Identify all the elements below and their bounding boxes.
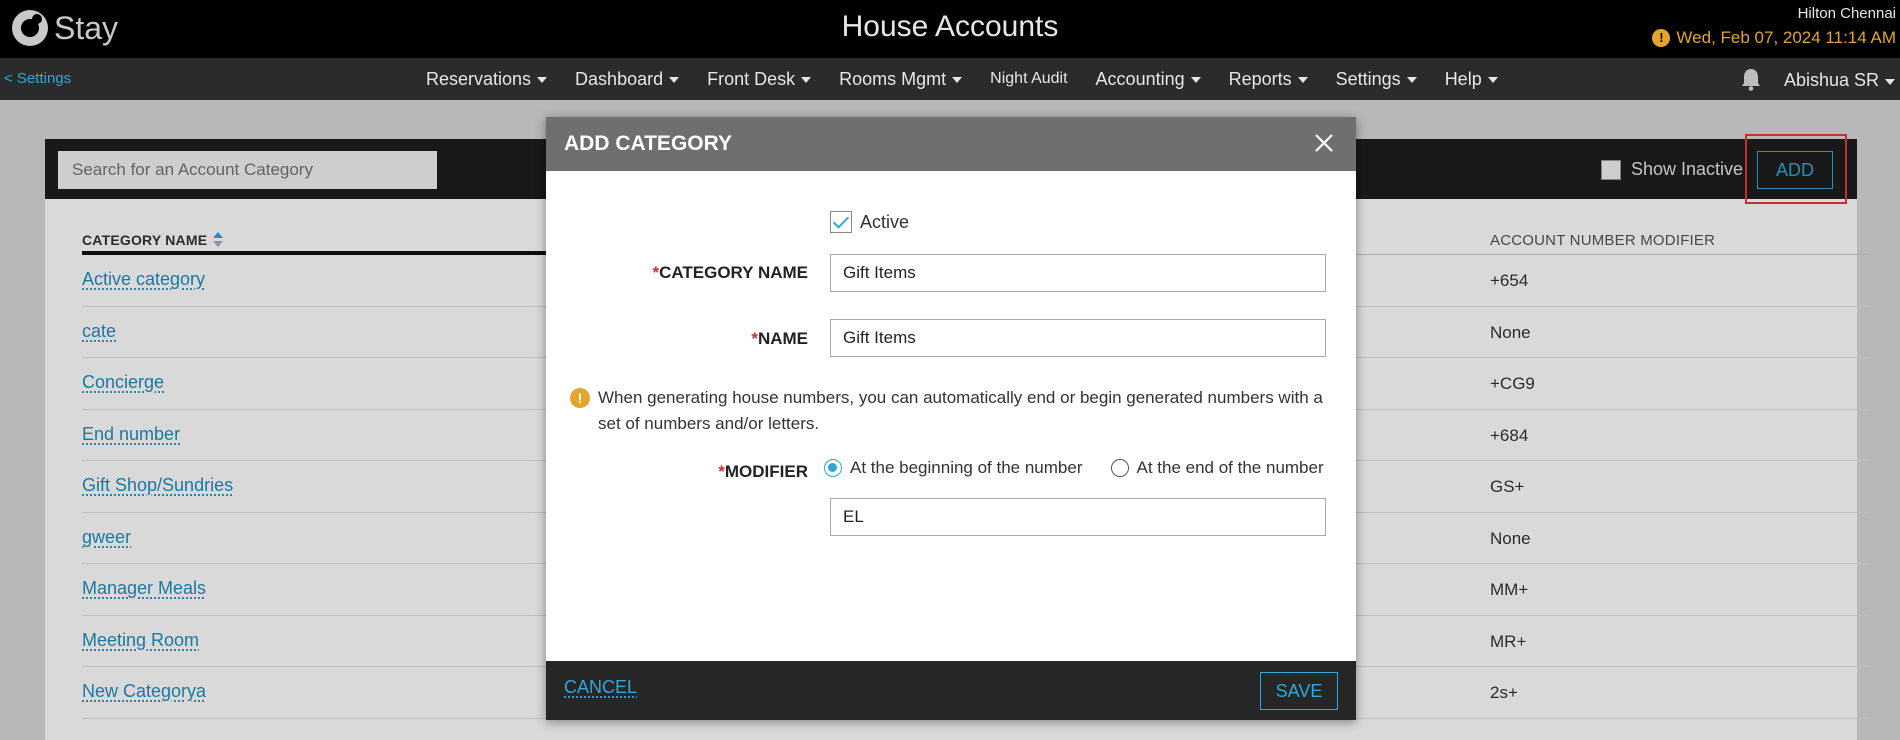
nav-help-label: Help (1444, 68, 1482, 89)
back-to-settings-link[interactable]: < Settings (4, 70, 71, 87)
nav-dashboard[interactable]: Dashboard (561, 69, 693, 90)
close-icon[interactable] (1312, 131, 1336, 155)
warning-icon[interactable]: ! (1652, 29, 1671, 47)
nav-help[interactable]: Help (1431, 69, 1512, 90)
user-menu[interactable]: Abishua SR (1784, 70, 1896, 91)
nav-reports-label: Reports (1228, 68, 1292, 89)
save-button[interactable]: SAVE (1260, 672, 1338, 710)
nav-rooms-mgmt-label: Rooms Mgmt (839, 68, 947, 89)
bell-icon[interactable] (1740, 67, 1762, 91)
category-name-label: *CATEGORY NAME (652, 263, 808, 283)
nav-settings[interactable]: Settings (1322, 69, 1431, 90)
modifier-info: ! When generating house numbers, you can… (570, 385, 1340, 437)
nav-dashboard-label: Dashboard (575, 68, 664, 89)
nav-front-desk[interactable]: Front Desk (693, 69, 825, 90)
main-nav: < Settings Reservations Dashboard Front … (0, 58, 1900, 100)
modifier-label-text: MODIFIER (724, 462, 808, 481)
add-category-dialog: ADD CATEGORY Active *CATEGORY NAME *NAME… (546, 117, 1356, 720)
required-mark: * (718, 462, 725, 481)
name-label: *NAME (751, 329, 808, 349)
caret-down-icon (801, 77, 812, 83)
hotel-name[interactable]: Hilton Chennai (1798, 5, 1896, 22)
radio-end-label[interactable]: At the end of the number (1137, 458, 1324, 478)
caret-down-icon (1487, 77, 1498, 83)
top-header: Stay House Accounts Hilton Chennai ! Wed… (0, 0, 1900, 58)
nav-front-desk-label: Front Desk (707, 68, 796, 89)
name-input[interactable] (830, 319, 1326, 357)
nav-menu: Reservations Dashboard Front Desk Rooms … (412, 58, 1512, 100)
nav-night-audit-label: Night Audit (990, 70, 1068, 87)
required-mark: * (751, 329, 758, 348)
info-text: When generating house numbers, you can a… (598, 388, 1323, 433)
caret-down-icon (537, 77, 548, 83)
nav-rooms-mgmt[interactable]: Rooms Mgmt (825, 69, 976, 90)
modifier-label: *MODIFIER (718, 462, 808, 482)
business-date: ! Wed, Feb 07, 2024 11:14 AM (1652, 28, 1896, 48)
caret-down-icon (952, 77, 963, 83)
nav-reservations[interactable]: Reservations (412, 69, 561, 90)
caret-down-icon (669, 77, 680, 83)
modifier-input[interactable] (830, 498, 1326, 536)
nav-reservations-label: Reservations (426, 68, 532, 89)
category-name-input[interactable] (830, 254, 1326, 292)
dialog-footer: CANCEL SAVE (546, 661, 1356, 720)
nav-accounting-label: Accounting (1095, 68, 1185, 89)
radio-beginning-label[interactable]: At the beginning of the number (850, 458, 1083, 478)
active-checkbox[interactable] (830, 211, 852, 233)
radio-beginning[interactable] (824, 459, 842, 477)
nav-accounting[interactable]: Accounting (1082, 69, 1215, 90)
business-date-text: Wed, Feb 07, 2024 11:14 AM (1676, 28, 1896, 47)
dialog-title: ADD CATEGORY (564, 132, 732, 155)
category-name-label-text: CATEGORY NAME (659, 263, 808, 282)
caret-down-icon (1885, 78, 1896, 85)
name-label-text: NAME (757, 329, 808, 348)
active-toggle[interactable]: Active (830, 211, 909, 233)
nav-reports[interactable]: Reports (1215, 69, 1322, 90)
info-icon: ! (570, 388, 590, 408)
caret-down-icon (1406, 77, 1417, 83)
nav-settings-label: Settings (1335, 68, 1401, 89)
page-title: House Accounts (841, 10, 1059, 43)
radio-end[interactable] (1110, 459, 1129, 477)
cancel-button[interactable]: CANCEL (564, 677, 637, 698)
user-name: Abishua SR (1784, 70, 1880, 90)
active-label: Active (860, 211, 910, 232)
nav-night-audit[interactable]: Night Audit (976, 70, 1081, 88)
dialog-header: ADD CATEGORY (546, 117, 1356, 171)
caret-down-icon (1190, 77, 1201, 83)
caret-down-icon (1297, 77, 1308, 83)
modifier-position-group: At the beginning of the number At the en… (824, 458, 1324, 478)
